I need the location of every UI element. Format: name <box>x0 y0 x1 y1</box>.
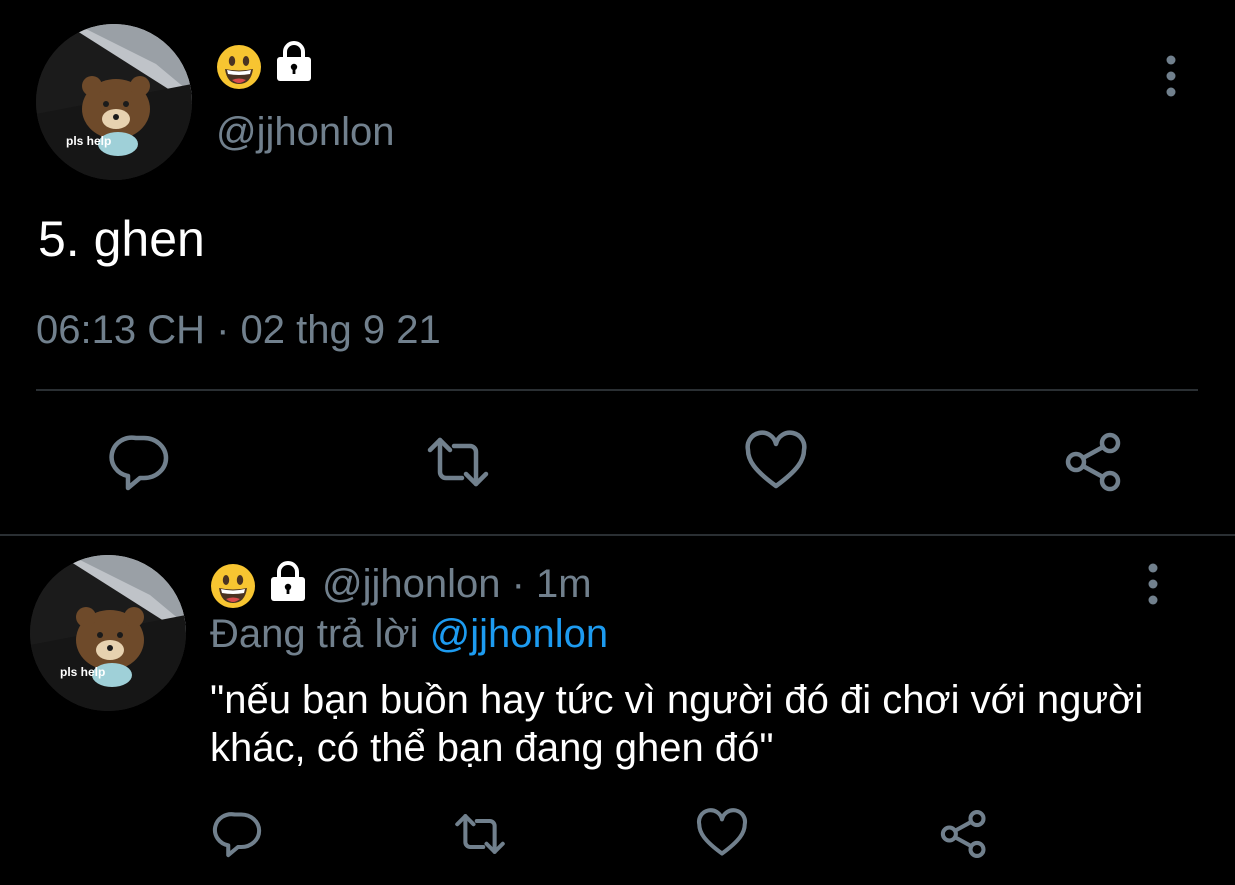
grinning-face-emoji-icon <box>216 44 262 90</box>
retweet-icon[interactable] <box>454 808 506 860</box>
author-handle[interactable]: @jjhonlon <box>216 110 395 155</box>
lock-icon <box>274 40 314 82</box>
replying-to-mention[interactable]: @jjhonlon <box>430 612 609 656</box>
avatar-caption: pls help <box>60 665 106 679</box>
tweet-text: 5. ghen <box>38 211 205 267</box>
avatar[interactable]: pls help <box>30 555 186 711</box>
retweet-icon[interactable] <box>426 430 490 494</box>
avatar-bear-image <box>36 24 192 180</box>
replying-to: Đang trả lời @jjhonlon <box>210 612 608 657</box>
like-icon[interactable] <box>696 808 748 860</box>
avatar[interactable]: pls help <box>36 24 192 180</box>
share-icon[interactable] <box>938 808 990 860</box>
reply-icon[interactable] <box>108 430 172 494</box>
section-divider <box>0 534 1235 536</box>
replying-to-label: Đang trả lời <box>210 612 430 656</box>
avatar-bear-image <box>30 555 186 711</box>
tweet-thread-screen: pls help @jjhonlon 5. ghen 06:13 CH · 02… <box>0 0 1235 885</box>
lock-icon <box>268 560 308 602</box>
reply-text: "nếu bạn buồn hay tức vì người đó đi chơ… <box>210 678 1144 770</box>
avatar-caption: pls help <box>66 134 112 148</box>
more-options-icon[interactable] <box>1140 560 1166 608</box>
divider <box>36 389 1198 391</box>
reply-author-handle-time[interactable]: @jjhonlon · 1m <box>322 562 592 607</box>
reply-icon[interactable] <box>212 808 264 860</box>
grinning-face-emoji-icon <box>210 563 256 609</box>
main-tweet: pls help @jjhonlon 5. ghen 06:13 CH · 02… <box>0 0 1235 535</box>
share-icon[interactable] <box>1062 430 1126 494</box>
tweet-timestamp[interactable]: 06:13 CH · 02 thg 9 21 <box>36 308 441 353</box>
more-options-icon[interactable] <box>1158 52 1184 100</box>
like-icon[interactable] <box>744 430 808 494</box>
